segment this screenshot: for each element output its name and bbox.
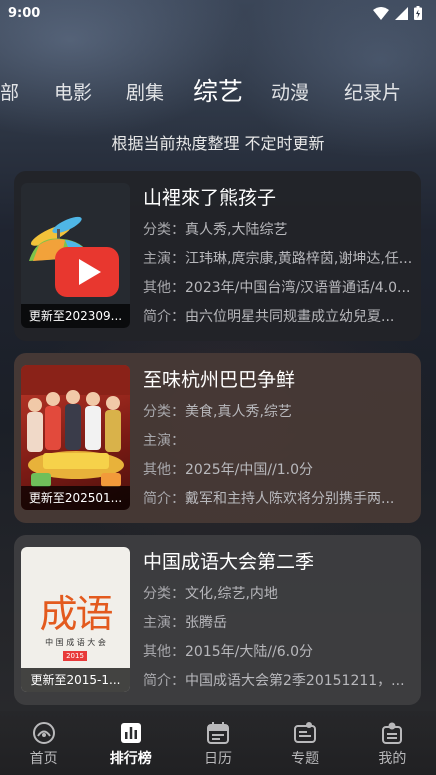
show-title[interactable]: 山裡來了熊孩子 [143, 183, 413, 210]
ranking-card[interactable]: 成语 中 国 成 语 大 会 2015 更新至2015-1... 中国成语大会第… [14, 535, 421, 705]
nav-label: 专题 [291, 751, 320, 767]
show-other-info: 其他：2025年/中国//1.0分 [143, 462, 314, 478]
ranking-subtitle: 根据当前热度整理 不定时更新 [111, 134, 325, 153]
nav-profile[interactable]: 我的 [349, 711, 436, 775]
calendar-icon [206, 722, 229, 744]
tab-all[interactable]: 部 [0, 78, 19, 105]
show-cast: 主演：张腾岳 [143, 615, 227, 631]
category-tabs: 部 电影 剧集 综艺 动漫 纪录片 [0, 72, 436, 112]
poster-logo-text: 成语 [39, 592, 113, 636]
show-summary: 简介：戴军和主持人陈欢将分别携手两... [143, 491, 395, 507]
show-other-info: 其他：2023年/中国台湾/汉语普通话/4.0... [143, 280, 411, 296]
topic-icon [294, 722, 317, 743]
battery-icon [414, 6, 422, 20]
signal-icon [395, 6, 408, 20]
nav-label: 排行榜 [109, 751, 152, 767]
tab-variety[interactable]: 综艺 [193, 72, 243, 108]
poster-thumbnail[interactable]: 更新至202501... [21, 365, 130, 510]
show-category: 分类：文化,综艺,内地 [143, 586, 278, 602]
show-summary: 简介：中国成语大会第2季20151211，... [143, 673, 405, 689]
profile-icon [382, 722, 403, 744]
show-title[interactable]: 至味杭州巴巴争鲜 [143, 365, 413, 392]
tab-anime[interactable]: 动漫 [271, 78, 309, 105]
nav-ranking[interactable]: 排行榜 [87, 711, 174, 775]
show-summary: 简介：由六位明星共同规畫成立幼兒夏... [143, 309, 395, 325]
status-bar: 9:00 [0, 0, 436, 26]
wifi-icon [373, 6, 389, 20]
poster-thumbnail[interactable]: 更新至202309... [21, 183, 130, 328]
show-other-info: 其他：2015年/大陆//6.0分 [143, 644, 314, 660]
show-cast: 主演： [143, 433, 185, 449]
home-icon [32, 722, 55, 744]
update-badge: 更新至202309... [21, 304, 130, 328]
update-badge: 更新至2015-1... [21, 668, 130, 692]
status-icons [373, 6, 422, 20]
nav-home[interactable]: 首页 [0, 711, 87, 775]
bottom-navigation: 首页 排行榜 日历 专题 我的 [0, 711, 436, 775]
ranking-card[interactable]: 更新至202501... 至味杭州巴巴争鲜 分类：美食,真人秀,综艺 主演： 其… [14, 353, 421, 523]
nav-label: 日历 [203, 751, 232, 767]
show-cast: 主演：江玮琳,庹宗康,黄路梓茵,谢坤达,任... [143, 251, 413, 267]
poster-caption: 中 国 成 语 大 会 [45, 638, 106, 647]
nav-label: 我的 [378, 751, 407, 767]
poster-year-badge: 2015 [63, 651, 87, 661]
ranking-icon [120, 723, 141, 743]
show-category: 分类：美食,真人秀,综艺 [143, 404, 292, 420]
nav-calendar[interactable]: 日历 [174, 711, 261, 775]
tab-series[interactable]: 剧集 [126, 78, 164, 105]
poster-thumbnail[interactable]: 成语 中 国 成 语 大 会 2015 更新至2015-1... [21, 547, 130, 692]
tab-movie[interactable]: 电影 [54, 78, 92, 105]
ranking-card[interactable]: 更新至202309... 山裡來了熊孩子 分类：真人秀,大陆综艺 主演：江玮琳,… [14, 171, 421, 341]
status-time: 9:00 [8, 5, 41, 21]
update-badge: 更新至202501... [21, 486, 130, 510]
nav-label: 首页 [29, 751, 58, 767]
show-category: 分类：真人秀,大陆综艺 [143, 222, 288, 238]
nav-topic[interactable]: 专题 [262, 711, 349, 775]
tab-documentary[interactable]: 纪录片 [344, 78, 401, 105]
show-title[interactable]: 中国成语大会第二季 [143, 547, 413, 574]
